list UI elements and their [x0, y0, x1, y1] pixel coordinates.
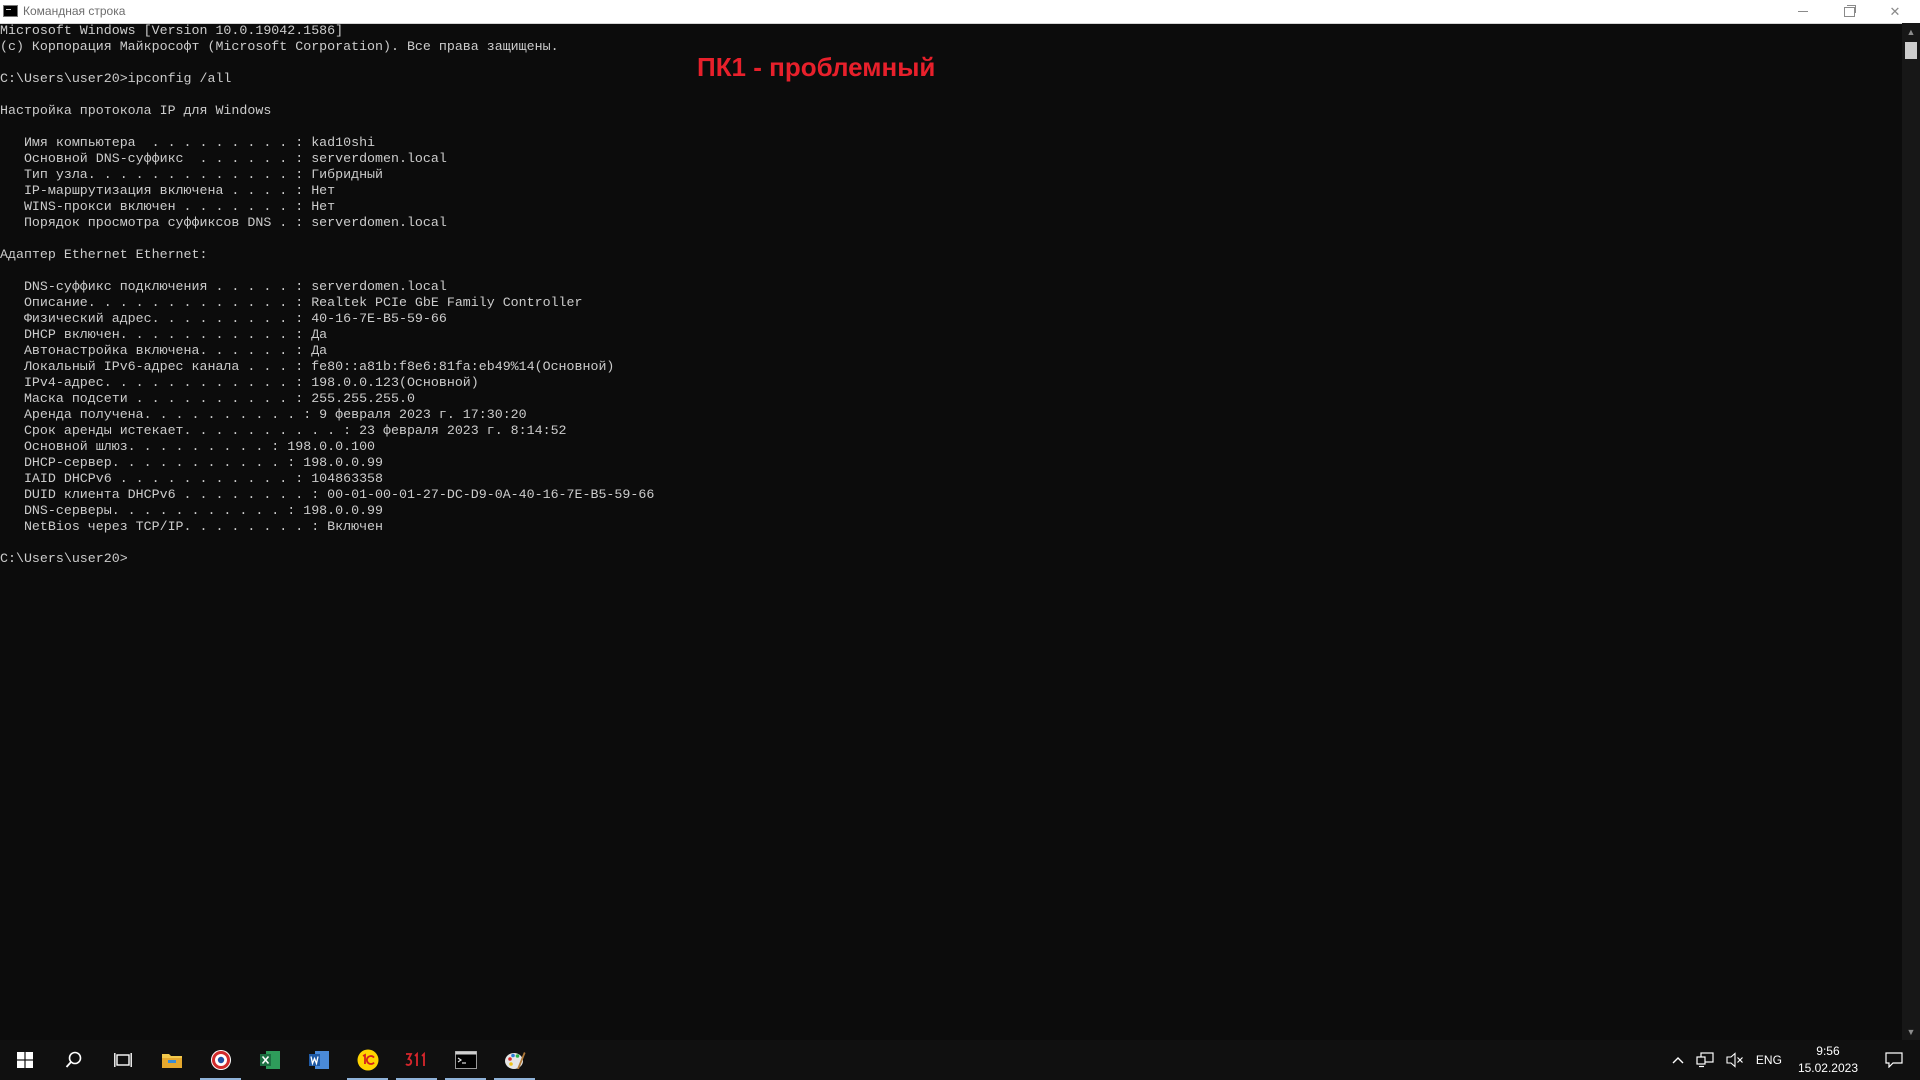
console-line: Физический адрес. . . . . . . . . : 40-1… — [0, 311, 447, 326]
clock[interactable]: 9:56 15.02.2023 — [1788, 1040, 1868, 1080]
console-line: Срок аренды истекает. . . . . . . . . . … — [0, 423, 567, 438]
console-line: Тип узла. . . . . . . . . . . . . : Гибр… — [0, 167, 384, 182]
close-icon: ✕ — [1889, 3, 1901, 19]
console-line: Основной шлюз. . . . . . . . . : 198.0.0… — [0, 439, 376, 454]
network-icon — [1696, 1052, 1714, 1068]
volume-muted-icon — [1726, 1052, 1743, 1068]
console-line: Адаптер Ethernet Ethernet: — [0, 247, 208, 262]
console-line: IPv4-адрес. . . . . . . . . . . . : 198.… — [0, 375, 479, 390]
console-line: Аренда получена. . . . . . . . . . : 9 ф… — [0, 407, 527, 422]
file-explorer-icon — [161, 1054, 182, 1068]
console-line: DHCP-сервер. . . . . . . . . . . : 198.0… — [0, 455, 384, 470]
language-indicator[interactable]: ENG — [1750, 1040, 1788, 1080]
console-line: DNS-серверы. . . . . . . . . . . : 198.0… — [0, 503, 384, 518]
console-line: Настройка протокола IP для Windows — [0, 103, 272, 118]
taskbar-command-prompt[interactable] — [441, 1040, 490, 1080]
console-output[interactable]: Microsoft Windows [Version 10.0.19042.15… — [0, 23, 1902, 1040]
paint-icon — [504, 1052, 525, 1069]
taskbar-browser[interactable] — [196, 1040, 245, 1080]
annotation-label: ПК1 - проблемный — [697, 52, 936, 82]
taskbar-1c[interactable] — [343, 1040, 392, 1080]
browser-icon — [210, 1050, 231, 1070]
chevron-up-icon — [1672, 1057, 1684, 1064]
taskbar-paint[interactable] — [490, 1040, 539, 1080]
taskbar-excel[interactable] — [245, 1040, 294, 1080]
restore-button[interactable] — [1826, 0, 1872, 23]
console-line: Автонастройка включена. . . . . . : Да — [0, 343, 328, 358]
console-line: NetBios через TCP/IP. . . . . . . . : Вк… — [0, 519, 384, 534]
1c-icon — [357, 1049, 378, 1071]
network-tray-button[interactable] — [1690, 1040, 1720, 1080]
notification-icon — [1885, 1052, 1903, 1068]
word-icon — [308, 1051, 329, 1069]
cmd-app-icon — [3, 5, 18, 17]
volume-tray-button[interactable] — [1720, 1040, 1750, 1080]
vertical-scrollbar[interactable]: ▲ ▼ — [1902, 23, 1920, 1040]
console-line: Описание. . . . . . . . . . . . . : Real… — [0, 295, 583, 310]
taskbar-file-explorer[interactable] — [147, 1040, 196, 1080]
console-line: Основной DNS-суффикс . . . . . . : serve… — [0, 151, 447, 166]
title-bar[interactable]: Командная строка ✕ — [0, 0, 1920, 24]
console-line: IP-маршрутизация включена . . . . : Нет — [0, 183, 336, 198]
scroll-down-button[interactable]: ▼ — [1902, 1023, 1920, 1040]
restore-icon — [1843, 4, 1856, 17]
console-line: Порядок просмотра суффиксов DNS . : serv… — [0, 215, 447, 230]
scroll-thumb[interactable] — [1905, 42, 1917, 59]
console-line: Microsoft Windows [Version 10.0.19042.15… — [0, 23, 344, 38]
console-line: C:\Users\user20> — [0, 551, 128, 566]
taskbar-word[interactable] — [294, 1040, 343, 1080]
clock-time: 9:56 — [1816, 1044, 1840, 1058]
console-line: Локальный IPv6-адрес канала . . . : fe80… — [0, 359, 615, 374]
taskbar-search-button[interactable] — [49, 1040, 98, 1080]
taskbar-311-app[interactable] — [392, 1040, 441, 1080]
clock-date: 15.02.2023 — [1797, 1061, 1858, 1075]
task-view-button[interactable] — [98, 1040, 147, 1080]
console-line: DHCP включен. . . . . . . . . . . : Да — [0, 327, 328, 342]
command-prompt-icon — [454, 1051, 477, 1069]
console-line: (c) Корпорация Майкрософт (Microsoft Cor… — [0, 39, 559, 54]
taskbar: ENG 9:56 15.02.2023 — [0, 1040, 1920, 1080]
console-line: Имя компьютера . . . . . . . . . : kad10… — [0, 135, 376, 150]
scroll-up-button[interactable]: ▲ — [1902, 23, 1920, 40]
minimize-button[interactable] — [1780, 0, 1826, 23]
action-center-button[interactable] — [1868, 1040, 1920, 1080]
search-icon — [65, 1051, 81, 1068]
console-line: DUID клиента DHCPv6 . . . . . . . . : 00… — [0, 487, 655, 502]
window-title: Командная строка — [23, 4, 126, 18]
start-button[interactable] — [0, 1040, 49, 1080]
task-view-icon — [113, 1053, 132, 1067]
311-app-icon — [403, 1051, 430, 1069]
console-line: C:\Users\user20>ipconfig /all — [0, 71, 232, 86]
start-icon — [16, 1052, 33, 1068]
close-button[interactable]: ✕ — [1872, 0, 1918, 23]
system-tray: ENG 9:56 15.02.2023 — [1666, 1040, 1920, 1080]
excel-icon — [259, 1051, 280, 1069]
console-line: DNS-суффикс подключения . . . . . : serv… — [0, 279, 447, 294]
console-line: WINS-прокси включен . . . . . . . : Нет — [0, 199, 336, 214]
show-hidden-icons-button[interactable] — [1666, 1040, 1690, 1080]
console-line: IAID DHCPv6 . . . . . . . . . . . : 1048… — [0, 471, 384, 486]
minimize-icon — [1798, 11, 1808, 12]
console-line: Маска подсети . . . . . . . . . . : 255.… — [0, 391, 415, 406]
